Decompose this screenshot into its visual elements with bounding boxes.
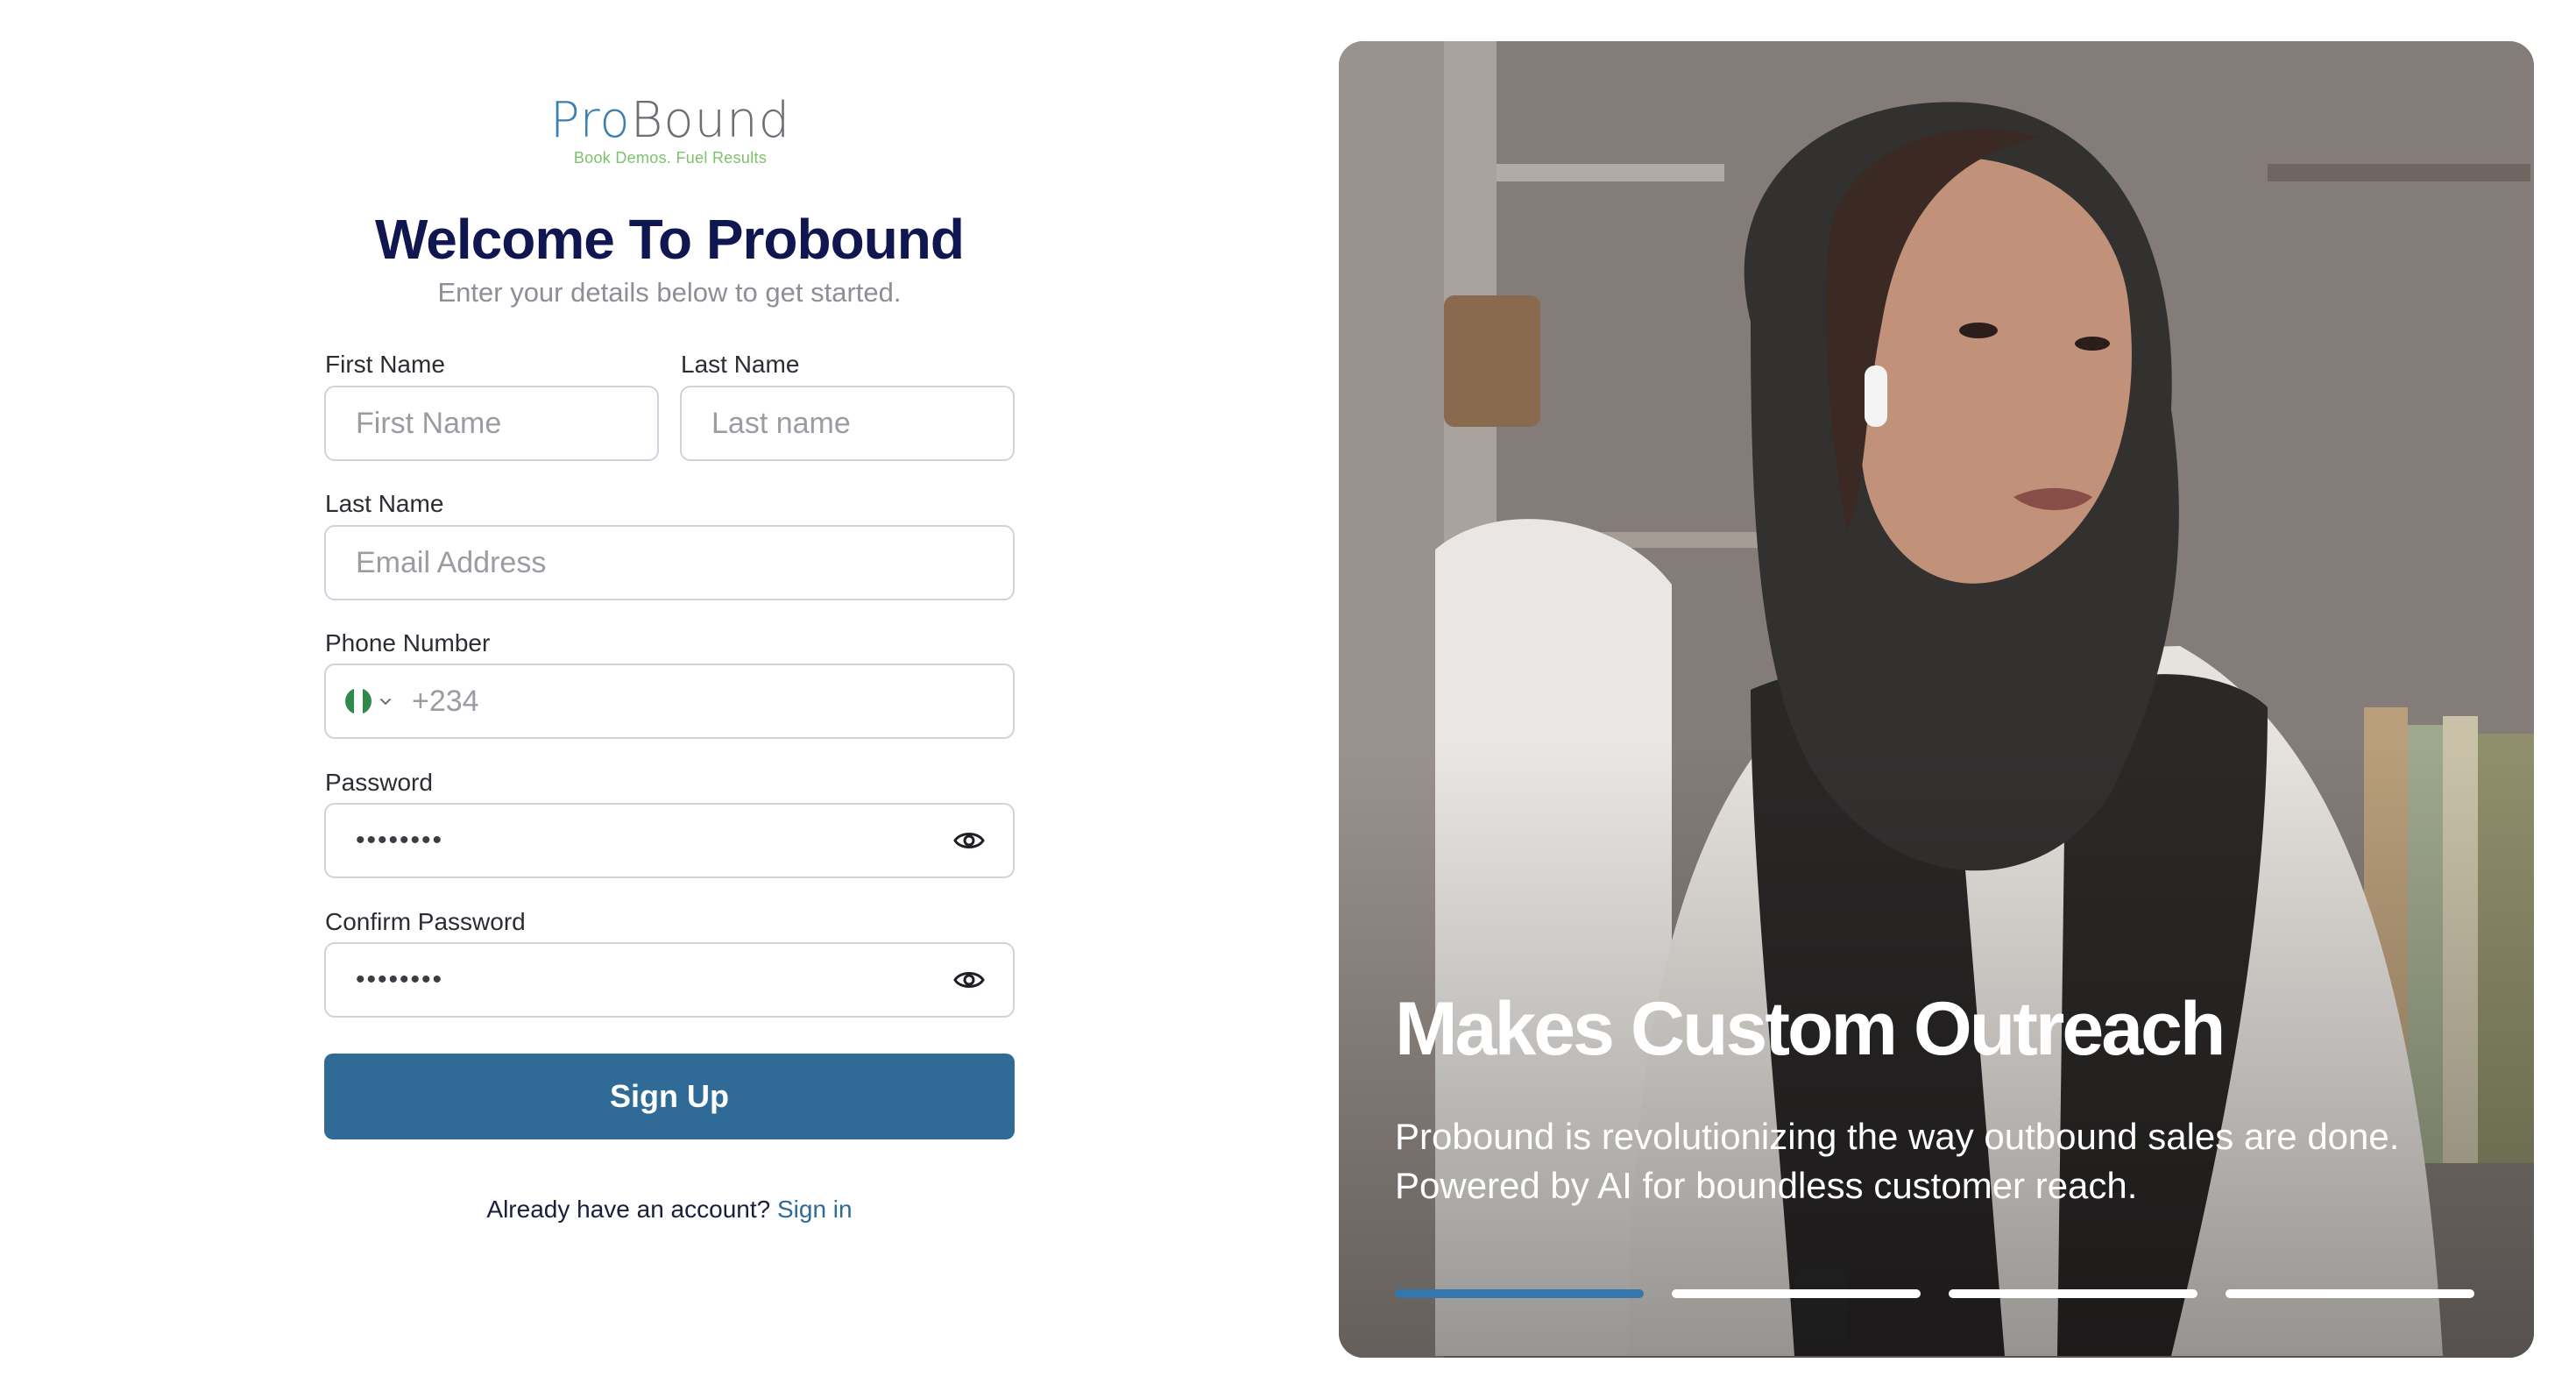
eye-icon[interactable] <box>952 962 987 997</box>
nigeria-flag-icon <box>345 688 372 714</box>
phone-label: Phone Number <box>325 629 491 656</box>
last-name-field[interactable] <box>680 386 1015 461</box>
email-input[interactable] <box>326 545 1013 580</box>
hero-description: Probound is revolutionizing the way outb… <box>1395 1116 2400 1206</box>
password-field[interactable]: •••••••• <box>324 803 1015 878</box>
signin-prompt-row: Already have an account? Sign in <box>0 1196 1339 1224</box>
confirm-password-field[interactable]: •••••••• <box>324 942 1015 1018</box>
logo-tagline: Book Demos. Fuel Results <box>573 149 768 167</box>
password-input[interactable]: •••••••• <box>326 826 952 855</box>
probound-logo: ProBound Book Demos. Fuel Results <box>541 95 799 167</box>
signin-prompt-text: Already have an account? <box>486 1196 771 1223</box>
page-subtitle: Enter your details below to get started. <box>437 277 902 308</box>
slide-indicator-2[interactable] <box>1672 1289 1921 1298</box>
eye-icon[interactable] <box>952 823 987 858</box>
first-name-field[interactable] <box>324 386 659 461</box>
slide-indicator-4[interactable] <box>2226 1289 2474 1298</box>
country-selector[interactable] <box>345 688 393 714</box>
sign-up-button[interactable]: Sign Up <box>324 1054 1015 1139</box>
first-name-input[interactable] <box>326 406 657 441</box>
confirm-password-input[interactable]: •••••••• <box>326 965 952 995</box>
last-name-label: Last Name <box>681 351 800 378</box>
first-name-label: First Name <box>325 351 445 378</box>
logo-wordmark: ProBound <box>541 95 799 147</box>
phone-field[interactable] <box>324 664 1015 739</box>
confirm-password-label: Confirm Password <box>325 908 526 935</box>
sign-in-link[interactable]: Sign in <box>777 1196 853 1223</box>
logo-word-bound: Bound <box>630 92 791 149</box>
last-name-input[interactable] <box>682 406 1013 441</box>
signup-panel: ProBound Book Demos. Fuel Results Welcom… <box>0 0 1339 1398</box>
slide-indicator-3[interactable] <box>1949 1289 2197 1298</box>
chevron-down-icon <box>380 699 391 705</box>
hero-title: Makes Custom Outreach <box>1395 987 2226 1071</box>
email-field[interactable] <box>324 525 1015 600</box>
page-title: Welcome To Probound <box>375 208 965 271</box>
phone-input[interactable] <box>401 684 1013 719</box>
slide-indicators <box>1395 1289 2474 1298</box>
slide-indicator-1[interactable] <box>1395 1289 1644 1298</box>
email-label: Last Name <box>325 490 444 517</box>
hero-panel: Makes Custom Outreach Probound is revolu… <box>1339 41 2534 1358</box>
password-label: Password <box>325 769 433 796</box>
logo-word-pro: Pro <box>549 92 631 149</box>
